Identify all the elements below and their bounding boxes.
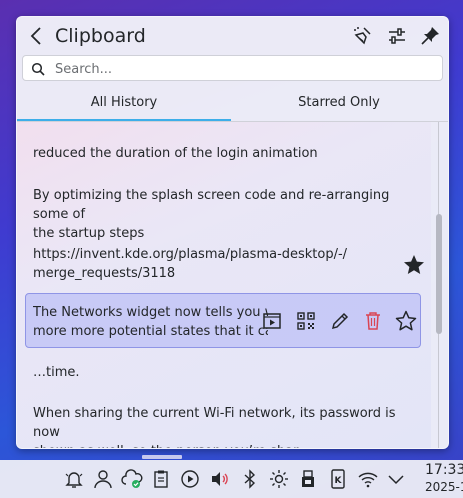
search-icon — [31, 61, 45, 76]
scrollbar[interactable] — [431, 122, 448, 448]
clipboard-history-list: reduced the duration of the login animat… — [17, 122, 431, 448]
qr-code-icon[interactable] — [294, 309, 318, 333]
star-filled-icon[interactable] — [402, 253, 426, 277]
star-outline-icon[interactable] — [394, 309, 418, 333]
svg-text:K: K — [335, 476, 343, 486]
list-item-text: …time. — [33, 365, 80, 380]
media-play-icon[interactable] — [179, 468, 201, 490]
edit-clear-history-icon[interactable] — [350, 24, 374, 48]
list-item-text: reduced the duration of the login animat… — [33, 146, 318, 161]
list-item[interactable]: https://invent.kde.org/plasma/plasma-des… — [25, 245, 424, 285]
volume-icon[interactable] — [209, 468, 231, 490]
list-item-text: When sharing the current Wi-Fi network, … — [33, 406, 396, 448]
list-item-text: https://invent.kde.org/plasma/plasma-des… — [33, 247, 348, 281]
tab-starred-only[interactable]: Starred Only — [232, 87, 446, 121]
list-item-highlighted[interactable]: The Networks widget now tells you w more… — [25, 293, 421, 348]
active-applet-indicator — [142, 455, 182, 459]
page-title: Clipboard — [55, 25, 146, 47]
brightness-icon[interactable] — [268, 468, 290, 490]
chevron-left-icon[interactable] — [25, 24, 49, 48]
user-icon[interactable] — [92, 468, 114, 490]
configure-icon[interactable] — [385, 24, 409, 48]
clock-time: 17:33 — [425, 462, 463, 478]
scrollbar-handle[interactable] — [436, 214, 442, 334]
wifi-icon[interactable] — [357, 468, 379, 490]
notifications-bell-icon[interactable] — [63, 468, 85, 490]
header: Clipboard — [17, 17, 448, 55]
system-tray-panel: K 17:33 2025-10 — [0, 460, 463, 498]
list-item-text: The Networks widget now tells you w more… — [33, 305, 268, 339]
clipboard-icon[interactable] — [150, 468, 172, 490]
clock-date: 2025-10 — [425, 480, 463, 494]
digital-clock[interactable]: 17:33 2025-10 — [425, 462, 463, 496]
edit-pencil-icon[interactable] — [328, 309, 352, 333]
invoke-action-icon[interactable] — [260, 309, 284, 333]
tab-bar: All History Starred Only — [17, 87, 448, 122]
tab-all-history[interactable]: All History — [17, 87, 231, 121]
list-item[interactable]: By optimizing the splash screen code and… — [25, 186, 421, 241]
list-item[interactable]: …time. — [25, 363, 421, 383]
usb-device-icon[interactable] — [297, 468, 319, 490]
list-item-text: By optimizing the splash screen code and… — [33, 188, 390, 241]
delete-trash-icon[interactable] — [361, 309, 385, 333]
search-input[interactable] — [53, 58, 437, 80]
cloud-sync-icon[interactable] — [121, 468, 143, 490]
pin-icon[interactable] — [418, 24, 442, 48]
list-item[interactable]: reduced the duration of the login animat… — [25, 144, 421, 164]
list-item[interactable]: When sharing the current Wi-Fi network, … — [25, 404, 421, 448]
bluetooth-icon[interactable] — [239, 468, 261, 490]
search-field[interactable] — [22, 55, 443, 81]
expand-chevron-icon[interactable] — [385, 468, 407, 490]
kde-connect-icon[interactable]: K — [327, 468, 349, 490]
clipboard-popup: Clipboard Search... All History Starred … — [16, 16, 449, 449]
